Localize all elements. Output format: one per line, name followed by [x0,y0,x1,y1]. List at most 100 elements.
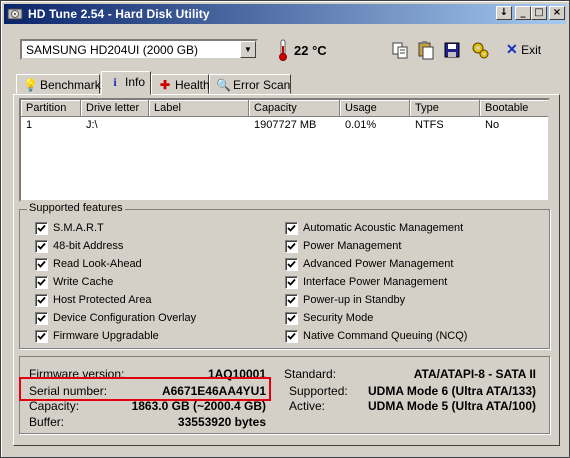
checkmark-icon [37,242,46,250]
feature-checkbox [285,276,298,289]
feature-checkbox [285,312,298,325]
buffer-value: 33553920 bytes [177,415,266,429]
feature-checkbox [285,294,298,307]
tab-benchmark[interactable]: 💡 Benchmark [16,74,101,94]
supported-value: UDMA Mode 6 (Ultra ATA/133) [367,384,536,398]
tab-health[interactable]: ✚ Health [151,74,210,94]
cell-type: NTFS [415,119,444,131]
checkmark-icon [287,332,296,340]
col-partition[interactable]: Partition [21,100,81,117]
chevron-down-icon[interactable]: ▼ [240,41,256,58]
active-label: Active: [289,399,326,413]
col-type[interactable]: Type [410,100,480,117]
tab-info[interactable]: i Info [101,71,151,95]
checkmark-icon [37,296,46,304]
feature-checkbox [35,294,48,307]
cell-partition: 1 [26,119,33,131]
col-bootable[interactable]: Bootable [480,100,548,117]
cell-drive-letter: J:\ [86,119,98,131]
feature-label: Interface Power Management [303,276,448,288]
feature-checkbox [35,312,48,325]
tab-info-label: Info [125,75,146,89]
feature-label: Write Cache [53,276,114,288]
tab-error-scan-label: Error Scan [233,78,291,92]
drive-select-value: SAMSUNG HD204UI (2000 GB) [26,43,199,57]
feature-checkbox [285,240,298,253]
checkmark-icon [287,260,296,268]
title-bar[interactable]: HD Tune 2.54 - Hard Disk Utility ↓ _ □ × [4,4,566,24]
pin-down-button[interactable]: ↓ [496,6,512,20]
checkmark-icon [37,260,46,268]
cell-capacity: 1907727 MB [254,119,317,131]
feature-checkbox [285,222,298,235]
feature-label: S.M.A.R.T [53,222,104,234]
col-usage[interactable]: Usage [340,100,410,117]
checkmark-icon [37,332,46,340]
checkmark-icon [287,242,296,250]
health-cross-icon: ✚ [159,78,171,92]
checkmark-icon [37,278,46,286]
checkmark-icon [37,224,46,232]
feature-label: 48-bit Address [53,240,124,252]
capacity-value: 1863.0 GB (~2000.4 GB) [131,399,266,413]
features-legend: Supported features [27,202,125,214]
maximize-button[interactable]: □ [531,6,547,20]
checkmark-icon [287,278,296,286]
save-icon[interactable] [441,39,463,61]
col-drive-letter[interactable]: Drive letter [81,100,149,117]
buffer-label: Buffer: [29,415,65,429]
drive-select[interactable]: SAMSUNG HD204UI (2000 GB) ▼ [20,39,258,60]
copy-icon[interactable] [389,39,411,61]
feature-label: Host Protected Area [53,294,152,306]
feature-label: Power Management [303,240,402,252]
feature-label: Native Command Queuing (NCQ) [303,330,468,342]
feature-checkbox [285,330,298,343]
feature-checkbox [35,240,48,253]
lightbulb-icon: 💡 [23,78,38,92]
options-gear-icon[interactable] [469,39,491,61]
tab-benchmark-label: Benchmark [40,78,101,92]
feature-label: Firmware Upgradable [53,330,159,342]
cell-usage: 0.01% [345,119,377,131]
paste-icon[interactable] [415,39,437,61]
feature-label: Security Mode [303,312,374,324]
close-button[interactable]: × [549,6,565,20]
table-header: Partition Drive letter Label Capacity Us… [21,100,548,117]
feature-checkbox [35,276,48,289]
active-value: UDMA Mode 5 (Ultra ATA/100) [367,399,536,413]
temperature-readout: 22 °C [294,43,327,58]
standard-value: ATA/ATAPI-8 - SATA II [413,367,536,381]
checkmark-icon [287,314,296,322]
feature-checkbox [35,222,48,235]
exit-label: Exit [521,43,542,57]
exit-x-icon: ✕ [506,41,518,57]
checkmark-icon [287,224,296,232]
window-title: HD Tune 2.54 - Hard Disk Utility [28,7,210,21]
tab-error-scan[interactable]: 🔍 Error Scan [209,74,291,94]
cell-bootable: No [485,119,500,131]
serial-highlight-box [19,377,271,401]
feature-label: Read Look-Ahead [53,258,142,270]
feature-checkbox [285,258,298,271]
checkmark-icon [287,296,296,304]
info-icon: i [113,75,117,89]
col-label[interactable]: Label [149,100,249,117]
capacity-label: Capacity: [29,399,80,413]
hdtune-app-icon [7,8,23,20]
feature-label: Power-up in Standby [303,294,406,306]
standard-label: Standard: [284,367,337,381]
feature-checkbox [35,258,48,271]
magnifier-icon: 🔍 [216,78,231,92]
feature-label: Device Configuration Overlay [53,312,197,324]
checkmark-icon [37,314,46,322]
feature-label: Automatic Acoustic Management [303,222,464,234]
tab-health-label: Health [175,78,210,92]
main-window: HD Tune 2.54 - Hard Disk Utility ↓ _ □ ×… [0,0,570,458]
col-capacity[interactable]: Capacity [249,100,340,117]
minimize-button[interactable]: _ [515,6,531,20]
partition-table[interactable]: Partition Drive letter Label Capacity Us… [19,98,550,202]
exit-button[interactable]: ✕ Exit [506,41,541,61]
feature-checkbox [35,330,48,343]
supported-label: Supported: [289,384,348,398]
supported-features-group: Supported features S.M.A.R.T 48-bit Addre… [19,202,550,349]
